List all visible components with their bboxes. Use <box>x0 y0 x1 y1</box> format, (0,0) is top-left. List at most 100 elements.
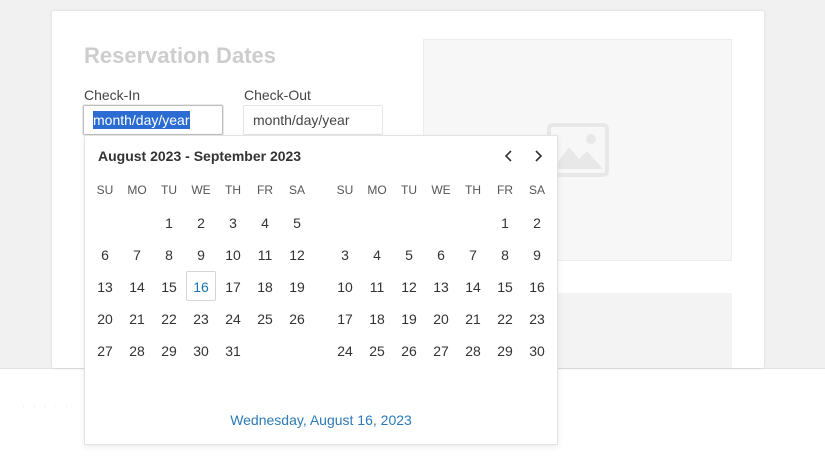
day-cell[interactable]: 22 <box>154 303 184 333</box>
weekday-label: MO <box>127 183 147 197</box>
weekday-header-row: SU MO TU WE TH FR SA <box>329 174 553 206</box>
day-cell[interactable]: 14 <box>458 271 488 301</box>
day-cell[interactable]: 11 <box>362 271 392 301</box>
day-cell-today[interactable]: 16 <box>186 271 216 301</box>
day-cell[interactable]: 4 <box>362 239 392 269</box>
day-cell[interactable]: 1 <box>154 207 184 237</box>
day-cell[interactable]: 12 <box>394 271 424 301</box>
day-cell[interactable]: 15 <box>154 271 184 301</box>
secondary-panel <box>557 293 732 368</box>
day-cell[interactable]: 27 <box>90 335 120 365</box>
day-cell[interactable]: 2 <box>522 207 552 237</box>
day-cell[interactable]: 8 <box>154 239 184 269</box>
day-cell[interactable]: 25 <box>362 335 392 365</box>
week-row: 10 11 12 13 14 15 16 <box>329 270 553 302</box>
day-cell[interactable]: 20 <box>90 303 120 333</box>
week-row: 13 14 15 16 17 18 19 <box>89 270 313 302</box>
day-cell[interactable]: 23 <box>186 303 216 333</box>
day-cell[interactable]: 8 <box>490 239 520 269</box>
weekday-label: TU <box>401 183 417 197</box>
day-cell[interactable]: 21 <box>458 303 488 333</box>
weekday-label: SU <box>336 183 354 197</box>
day-cell[interactable]: 24 <box>330 335 360 365</box>
day-cell[interactable]: 10 <box>330 271 360 301</box>
day-cell[interactable]: 10 <box>218 239 248 269</box>
day-cell[interactable]: 3 <box>330 239 360 269</box>
month-august: SU MO TU WE TH FR SA 1 2 3 4 5 6 7 8 9 10 11 12 13 14 15 16 17 1… <box>89 174 313 366</box>
day-cell[interactable]: 18 <box>250 271 280 301</box>
page-title: Reservation Dates <box>84 43 276 68</box>
day-cell[interactable]: 28 <box>122 335 152 365</box>
day-cell-empty <box>394 207 424 237</box>
day-cell[interactable]: 13 <box>426 271 456 301</box>
checkout-field[interactable]: month/day/year <box>243 105 383 135</box>
day-cell[interactable]: 2 <box>186 207 216 237</box>
day-cell[interactable]: 19 <box>282 271 312 301</box>
day-cell[interactable]: 21 <box>122 303 152 333</box>
weekday-label: WE <box>191 183 211 197</box>
day-cell[interactable]: 28 <box>458 335 488 365</box>
day-cell[interactable]: 5 <box>282 207 312 237</box>
checkin-field[interactable]: month/day/year <box>83 105 223 135</box>
checkout-label: Check-Out <box>244 87 311 103</box>
day-cell[interactable]: 31 <box>218 335 248 365</box>
week-row: 12345 <box>89 206 313 238</box>
day-cell[interactable]: 24 <box>218 303 248 333</box>
day-cell[interactable]: 29 <box>154 335 184 365</box>
day-cell[interactable]: 26 <box>282 303 312 333</box>
weekday-label: SA <box>528 183 545 197</box>
weekday-label: FR <box>497 183 513 197</box>
day-cell-empty <box>458 207 488 237</box>
day-cell[interactable]: 6 <box>426 239 456 269</box>
day-cell-empty <box>426 207 456 237</box>
chevron-right-icon <box>535 150 543 162</box>
day-cell[interactable]: 30 <box>186 335 216 365</box>
day-cell[interactable]: 18 <box>362 303 392 333</box>
day-cell[interactable]: 17 <box>218 271 248 301</box>
selected-date-label[interactable]: Wednesday, August 16, 2023 <box>85 412 557 428</box>
chevron-left-icon <box>504 150 512 162</box>
week-row: 12 <box>329 206 553 238</box>
day-cell[interactable]: 22 <box>490 303 520 333</box>
weekday-label: MO <box>367 183 387 197</box>
day-cell[interactable]: 1 <box>490 207 520 237</box>
day-cell[interactable]: 4 <box>250 207 280 237</box>
next-month-button[interactable] <box>528 146 548 166</box>
faint-decoration: · · · · · <box>22 402 72 411</box>
day-cell[interactable]: 9 <box>186 239 216 269</box>
day-cell[interactable]: 17 <box>330 303 360 333</box>
day-cell[interactable]: 7 <box>122 239 152 269</box>
day-cell[interactable]: 29 <box>490 335 520 365</box>
day-cell[interactable]: 27 <box>426 335 456 365</box>
day-cell-empty <box>362 207 392 237</box>
weekday-label: TH <box>465 183 481 197</box>
week-row: 6 7 8 9 10 11 12 <box>89 238 313 270</box>
day-cell[interactable]: 16 <box>522 271 552 301</box>
checkin-field-value: month/day/year <box>93 111 190 129</box>
day-cell[interactable]: 3 <box>218 207 248 237</box>
day-cell-empty <box>330 207 360 237</box>
prev-month-button[interactable] <box>499 146 519 166</box>
day-cell[interactable]: 7 <box>458 239 488 269</box>
week-row: 20 21 22 23 24 25 26 <box>89 302 313 334</box>
weekday-label: TU <box>161 183 177 197</box>
day-cell[interactable]: 5 <box>394 239 424 269</box>
day-cell[interactable]: 15 <box>490 271 520 301</box>
day-cell[interactable]: 11 <box>250 239 280 269</box>
day-cell[interactable]: 30 <box>522 335 552 365</box>
day-cell[interactable]: 12 <box>282 239 312 269</box>
day-cell[interactable]: 13 <box>90 271 120 301</box>
day-cell[interactable]: 19 <box>394 303 424 333</box>
day-cell[interactable]: 25 <box>250 303 280 333</box>
day-cell[interactable]: 23 <box>522 303 552 333</box>
calendar-header: August 2023 - September 2023 <box>98 148 302 164</box>
day-cell-empty <box>122 207 152 237</box>
week-row: 17 18 19 20 21 22 23 <box>329 302 553 334</box>
day-cell[interactable]: 6 <box>90 239 120 269</box>
day-cell[interactable]: 14 <box>122 271 152 301</box>
date-picker-popup: August 2023 - September 2023 SU MO TU WE TH F… <box>84 135 558 445</box>
day-cell[interactable]: 26 <box>394 335 424 365</box>
weekday-label: SU <box>96 183 114 197</box>
day-cell[interactable]: 20 <box>426 303 456 333</box>
day-cell[interactable]: 9 <box>522 239 552 269</box>
